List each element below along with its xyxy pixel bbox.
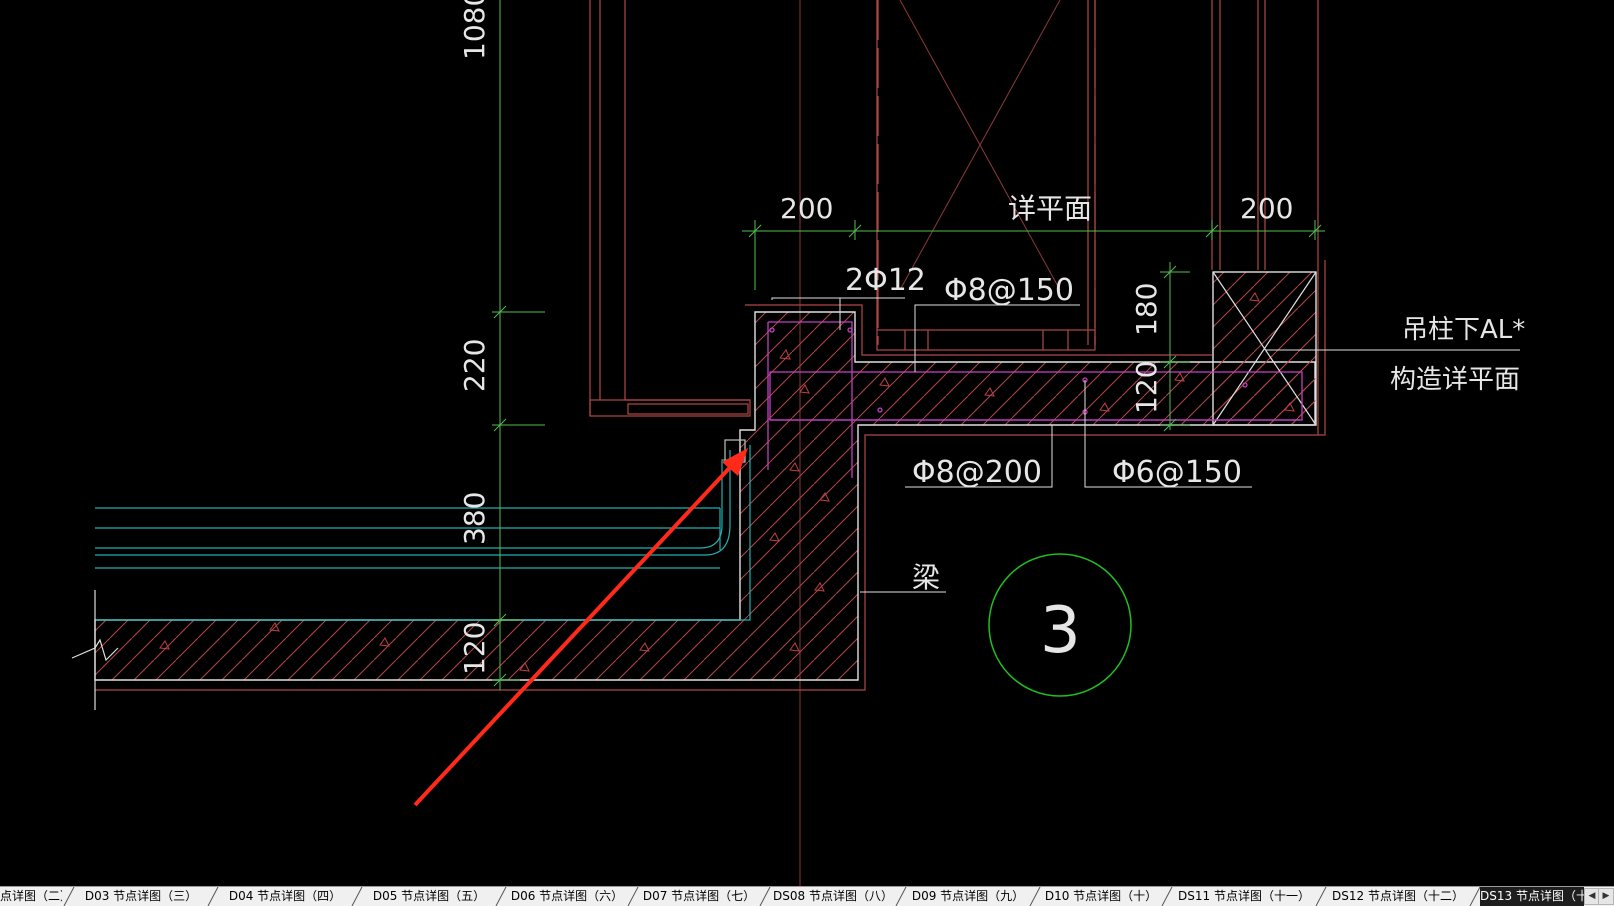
plan-detail-label: 详平面 [1008, 192, 1092, 225]
tab-d05[interactable]: D05 节点详图（五） [364, 887, 494, 906]
tab-ds12[interactable]: DS12 节点详图（十二） [1328, 887, 1468, 906]
dim-200-left: 200 [780, 192, 833, 225]
triangle-right-icon[interactable]: ▶ [1598, 888, 1614, 905]
tab-ds11[interactable]: DS11 节点详图（十一） [1174, 887, 1314, 906]
rebar-2phi12-label: 2Φ12 [845, 263, 926, 298]
rebar-phi8-150-label: Φ8@150 [944, 273, 1074, 308]
tab-separator [207, 887, 219, 906]
tab-d10[interactable]: D10 节点详图（十） [1042, 887, 1160, 906]
waterproof-layers [95, 439, 751, 621]
rebar-phi6-150-label: Φ6@150 [1112, 455, 1242, 490]
dim-120-right: 120 [1130, 361, 1163, 414]
tab-separator [1161, 887, 1173, 906]
structure-plan-label: 构造详平面 [1390, 365, 1520, 395]
tab-separator [1315, 887, 1327, 906]
tab-separator [895, 887, 907, 906]
wall-outlines [589, 0, 1319, 886]
dim-200-right: 200 [1240, 192, 1293, 225]
cad-drawing-canvas[interactable]: 1080 220 380 120 200 详平面 200 180 120 2Φ1… [0, 0, 1614, 886]
opening-cross-lines [899, 0, 1061, 291]
tab-separator [351, 887, 363, 906]
detail-number: 3 [1040, 594, 1081, 668]
tab-d07[interactable]: D07 节点详图（七） [640, 887, 758, 906]
tab-d02[interactable]: 点详图（二） [0, 887, 62, 906]
tab-d03[interactable]: D03 节点详图（三） [76, 887, 206, 906]
tab-ds08[interactable]: DS08 节点详图（八） [772, 887, 894, 906]
tab-separator [1029, 887, 1041, 906]
tab-separator [63, 887, 75, 906]
dim-380: 380 [458, 492, 491, 545]
tab-separator [495, 887, 507, 906]
rebar-phi8-200-label: Φ8@200 [912, 455, 1042, 490]
tab-d09[interactable]: D09 节点详图（九） [908, 887, 1028, 906]
dim-220: 220 [458, 339, 491, 392]
tab-ds13[interactable]: DS13 节点详图（十三） [1480, 887, 1584, 906]
dim-1080: 1080 [458, 0, 491, 60]
tab-separator [627, 887, 639, 906]
beam-label: 梁 [912, 561, 940, 594]
dim-180: 180 [1130, 283, 1163, 336]
tab-separator [759, 887, 771, 906]
tab-d04[interactable]: D04 节点详图（四） [220, 887, 350, 906]
layout-tab-bar: 点详图（二） D03 节点详图（三） D04 节点详图（四） D05 节点详图（… [0, 886, 1614, 906]
dim-120-left: 120 [458, 622, 491, 675]
tab-d06[interactable]: D06 节点详图（六） [508, 887, 626, 906]
hanging-column-label: 吊柱下AL* [1402, 315, 1525, 345]
